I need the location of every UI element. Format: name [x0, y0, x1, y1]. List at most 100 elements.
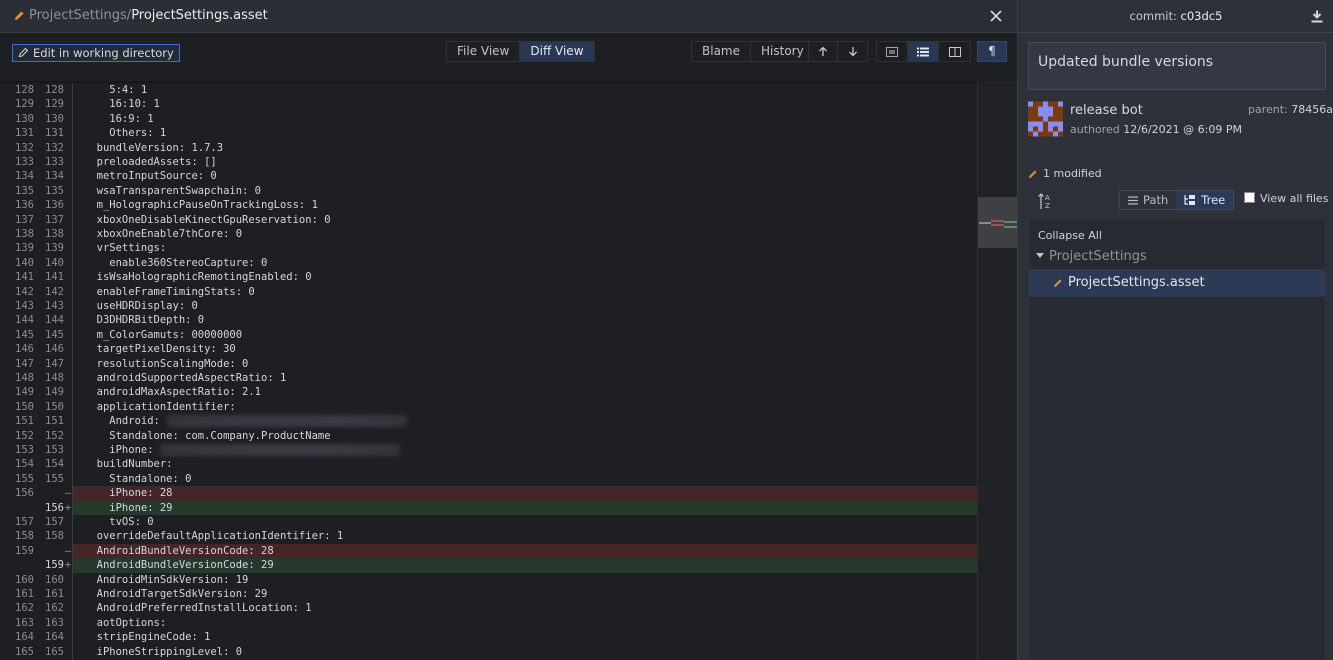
diff-toolbar: Edit in working directory File View Diff…: [0, 33, 1017, 81]
svg-text:A: A: [1045, 194, 1050, 202]
edit-in-working-directory-button[interactable]: Edit in working directory: [12, 44, 180, 62]
minimap-deletion-marker: [991, 224, 1004, 226]
diff-line[interactable]: 162 162 AndroidPreferredInstallLocation: …: [0, 601, 990, 615]
file-diff-pane: ProjectSettings/ProjectSettings.asset Ed…: [0, 0, 1018, 660]
previous-change-button[interactable]: [809, 42, 838, 61]
diff-line[interactable]: 139 139 vrSettings:: [0, 241, 990, 255]
diff-line[interactable]: 142 142 enableFrameTimingStats: 0: [0, 285, 990, 299]
diff-line[interactable]: 161 161 AndroidTargetSdkVersion: 29: [0, 587, 990, 601]
arrow-down-icon: [848, 47, 857, 57]
new-line-number: 151: [45, 415, 64, 428]
old-line-number: 142: [15, 285, 34, 298]
diff-line[interactable]: 140 140 enable360StereoCapture: 0: [0, 256, 990, 270]
path-mode-button[interactable]: Path: [1120, 191, 1176, 209]
hunk-view-button[interactable]: [877, 42, 908, 61]
diff-line[interactable]: 141 141 isWsaHolographicRemotingEnabled: …: [0, 270, 990, 284]
diff-layout-toggle: [876, 41, 971, 62]
diff-line[interactable]: 144 144 D3DHDRBitDepth: 0: [0, 313, 990, 327]
split-view-button[interactable]: [939, 42, 970, 61]
hunk-view-icon: [886, 46, 898, 57]
diff-line[interactable]: 134 134 metroInputSource: 0: [0, 169, 990, 183]
diff-line[interactable]: 128 128 5:4: 1: [0, 83, 990, 97]
diff-line[interactable]: 154 154 buildNumber:: [0, 457, 990, 471]
diff-line[interactable]: 146 146 targetPixelDensity: 30: [0, 342, 990, 356]
commit-hash[interactable]: c03dc5: [1181, 9, 1223, 23]
tab-file-view[interactable]: File View: [447, 42, 521, 61]
diff-minimap[interactable]: [977, 81, 1018, 660]
collapse-all-button[interactable]: Collapse All: [1038, 229, 1102, 242]
diff-line[interactable]: 143 143 useHDRDisplay: 0: [0, 299, 990, 313]
diff-line[interactable]: 164 164 stripEngineCode: 1: [0, 630, 990, 644]
diff-line[interactable]: 138 138 xboxOneEnable7thCore: 0: [0, 227, 990, 241]
diff-line[interactable]: 145 145 m_ColorGamuts: 00000000: [0, 328, 990, 342]
old-line-number: 151: [15, 415, 34, 428]
diff-line[interactable]: 148 148 androidSupportedAspectRatio: 1: [0, 371, 990, 385]
diff-line[interactable]: 155 155 Standalone: 0: [0, 472, 990, 486]
diff-line[interactable]: 160 160 AndroidMinSdkVersion: 19: [0, 573, 990, 587]
new-line-number: 129: [45, 98, 64, 111]
diff-line-added[interactable]: 159 + AndroidBundleVersionCode: 29: [0, 558, 990, 573]
diff-line[interactable]: 129 129 16:10: 1: [0, 97, 990, 111]
file-path: ProjectSettings/ProjectSettings.asset: [29, 8, 268, 23]
diff-line[interactable]: 150 150 applicationIdentifier:: [0, 400, 990, 414]
sort-az-icon[interactable]: A Z: [1038, 192, 1054, 210]
new-line-number: 140: [45, 256, 64, 269]
inline-view-button[interactable]: [908, 42, 939, 61]
old-line-number: 161: [15, 588, 34, 600]
diff-line[interactable]: 147 147 resolutionScalingMode: 0: [0, 357, 990, 371]
line-text: xboxOneDisableKinectGpuReservation: 0: [84, 213, 331, 226]
tree-mode-button[interactable]: Tree: [1176, 191, 1234, 209]
diff-line[interactable]: 131 131 Others: 1: [0, 126, 990, 140]
diff-line[interactable]: 130 130 16:9: 1: [0, 112, 990, 126]
diff-line[interactable]: 136 136 m_HolographicPauseOnTrackingLoss:…: [0, 198, 990, 212]
old-line-number: 160: [15, 573, 34, 586]
new-line-number: 137: [45, 213, 64, 226]
new-line-number: 158: [45, 530, 64, 543]
line-text: stripEngineCode: 1: [84, 631, 211, 644]
old-line-number: 128: [15, 84, 34, 96]
diff-line-deleted[interactable]: 156 — iPhone: 28: [0, 486, 990, 501]
tab-diff-view[interactable]: Diff View: [520, 42, 594, 61]
new-line-number: 133: [45, 156, 64, 168]
diff-code-area[interactable]: 128 128 5:4: 1 129 129 16:10: 1 130 130 16:9:…: [0, 81, 990, 660]
diff-line[interactable]: 132 132 bundleVersion: 1.7.3: [0, 141, 990, 155]
view-all-files-checkbox[interactable]: View all files: [1244, 192, 1328, 205]
line-text: buildNumber:: [84, 458, 173, 471]
next-change-button[interactable]: [838, 42, 867, 61]
tree-folder-projectsettings[interactable]: ProjectSettings: [1036, 249, 1147, 264]
blame-button[interactable]: Blame: [692, 42, 751, 61]
diff-line-deleted[interactable]: 159 — AndroidBundleVersionCode: 28: [0, 543, 990, 559]
new-line-number: 130: [45, 112, 64, 125]
diff-line[interactable]: 137 137 xboxOneDisableKinectGpuReservatio…: [0, 213, 990, 227]
old-line-number: 140: [15, 256, 34, 269]
new-line-number: 136: [45, 199, 64, 212]
modified-count: 1 modified: [1043, 167, 1102, 180]
diff-line[interactable]: 151 151 Android:: [0, 414, 990, 428]
diff-line-added[interactable]: 156 + iPhone: 29: [0, 500, 990, 515]
diff-line[interactable]: 153 153 iPhone:: [0, 443, 990, 457]
tree-file-projectsettings-asset[interactable]: ProjectSettings.asset: [1029, 269, 1325, 297]
diff-line[interactable]: 152 152 Standalone: com.Company.ProductNa…: [0, 429, 990, 443]
old-line-number: 129: [15, 98, 34, 111]
diff-line[interactable]: 149 149 androidMaxAspectRatio: 2.1: [0, 385, 990, 399]
diff-line[interactable]: 157 157 tvOS: 0: [0, 515, 990, 529]
show-whitespace-toggle[interactable]: ¶: [977, 41, 1007, 62]
old-line-number: 146: [15, 343, 34, 356]
diff-line[interactable]: 165 165 iPhoneStrippingLevel: 0: [0, 645, 990, 659]
line-text: xboxOneEnable7thCore: 0: [84, 228, 243, 240]
close-icon[interactable]: [988, 8, 1004, 24]
old-line-number: 157: [15, 516, 34, 528]
download-icon[interactable]: [1311, 10, 1323, 23]
added-highlight: [73, 500, 990, 515]
history-button[interactable]: History: [751, 42, 814, 61]
diff-line[interactable]: 133 133 preloadedAssets: []: [0, 155, 990, 169]
path-prefix: ProjectSettings/: [29, 8, 132, 23]
diff-line[interactable]: 158 158 overrideDefaultApplicationIdentif…: [0, 529, 990, 543]
old-line-number: 131: [15, 127, 34, 140]
diff-line[interactable]: 163 163 aotOptions:: [0, 616, 990, 630]
diff-line[interactable]: 135 135 wsaTransparentSwapchain: 0: [0, 184, 990, 198]
checkbox-box[interactable]: [1244, 192, 1255, 203]
minimap-addition-marker: [1004, 221, 1018, 223]
parent-label: parent:: [1248, 103, 1292, 116]
parent-hash[interactable]: 78456a: [1291, 103, 1333, 116]
